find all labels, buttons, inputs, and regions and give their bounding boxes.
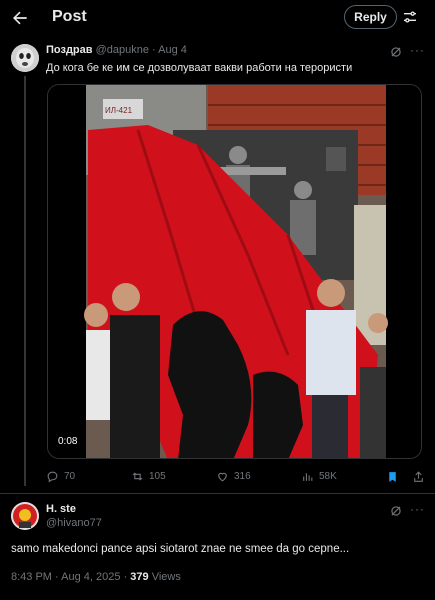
avatar[interactable] bbox=[11, 502, 39, 530]
author-handle[interactable]: @dapukne bbox=[96, 44, 149, 56]
reply-count: 70 bbox=[64, 471, 76, 482]
avatar[interactable] bbox=[11, 44, 39, 72]
reply-icon bbox=[47, 471, 58, 483]
reply-time[interactable]: 8:43 PM bbox=[11, 571, 52, 583]
post-text: До кога бе ке им се дозволуваат вакви ра… bbox=[46, 62, 353, 74]
back-arrow-icon[interactable] bbox=[10, 8, 30, 28]
reply-author-name[interactable]: H. ste bbox=[46, 503, 76, 515]
divider bbox=[0, 493, 435, 494]
grok-icon[interactable] bbox=[389, 504, 403, 518]
more-icon[interactable]: ··· bbox=[410, 44, 426, 59]
views-action[interactable]: 58K bbox=[301, 470, 337, 483]
separator: · bbox=[152, 44, 156, 56]
heart-icon bbox=[218, 472, 227, 482]
post-video[interactable]: ИЛ-421 0:08 bbox=[47, 84, 422, 459]
like-action[interactable]: 316 bbox=[216, 470, 251, 483]
video-timestamp: 0:08 bbox=[58, 436, 78, 447]
like-count: 316 bbox=[234, 471, 251, 482]
views-count: 58K bbox=[319, 471, 337, 482]
reply-footer: 8:43 PM · Aug 4, 2025 · 379 Views bbox=[11, 571, 181, 583]
analytics-icon bbox=[303, 473, 313, 481]
sign-text: ИЛ-421 bbox=[105, 106, 133, 115]
more-icon[interactable]: ··· bbox=[410, 503, 426, 518]
grok-icon[interactable] bbox=[389, 45, 403, 59]
repost-icon bbox=[132, 472, 143, 481]
thread-line bbox=[24, 76, 26, 486]
bookmark-icon[interactable] bbox=[386, 470, 399, 484]
repost-count: 105 bbox=[149, 471, 166, 482]
reply-views-label: Views bbox=[151, 571, 181, 583]
top-bar: Post Reply bbox=[0, 0, 435, 36]
post-date[interactable]: Aug 4 bbox=[158, 44, 187, 56]
reply-author-handle[interactable]: @hivano77 bbox=[46, 517, 102, 529]
post-meta: Поздрав @dapukne · Aug 4 bbox=[46, 44, 187, 56]
post-actions: 70 105 316 58K bbox=[46, 470, 426, 486]
reply-button[interactable]: Reply bbox=[344, 5, 397, 29]
reply-date[interactable]: Aug 4, 2025 bbox=[61, 571, 120, 583]
share-icon[interactable] bbox=[412, 470, 425, 484]
repost-action[interactable]: 105 bbox=[131, 470, 166, 483]
reply-views-count: 379 bbox=[130, 571, 149, 583]
author-name[interactable]: Поздрав bbox=[46, 44, 93, 56]
sliders-icon[interactable] bbox=[402, 9, 418, 25]
page-title: Post bbox=[52, 8, 87, 25]
reply-action[interactable]: 70 bbox=[46, 470, 75, 483]
reply-text: samo makedoncі pance apsi siotarot znae … bbox=[11, 543, 350, 555]
video-frame: ИЛ-421 bbox=[48, 85, 421, 458]
